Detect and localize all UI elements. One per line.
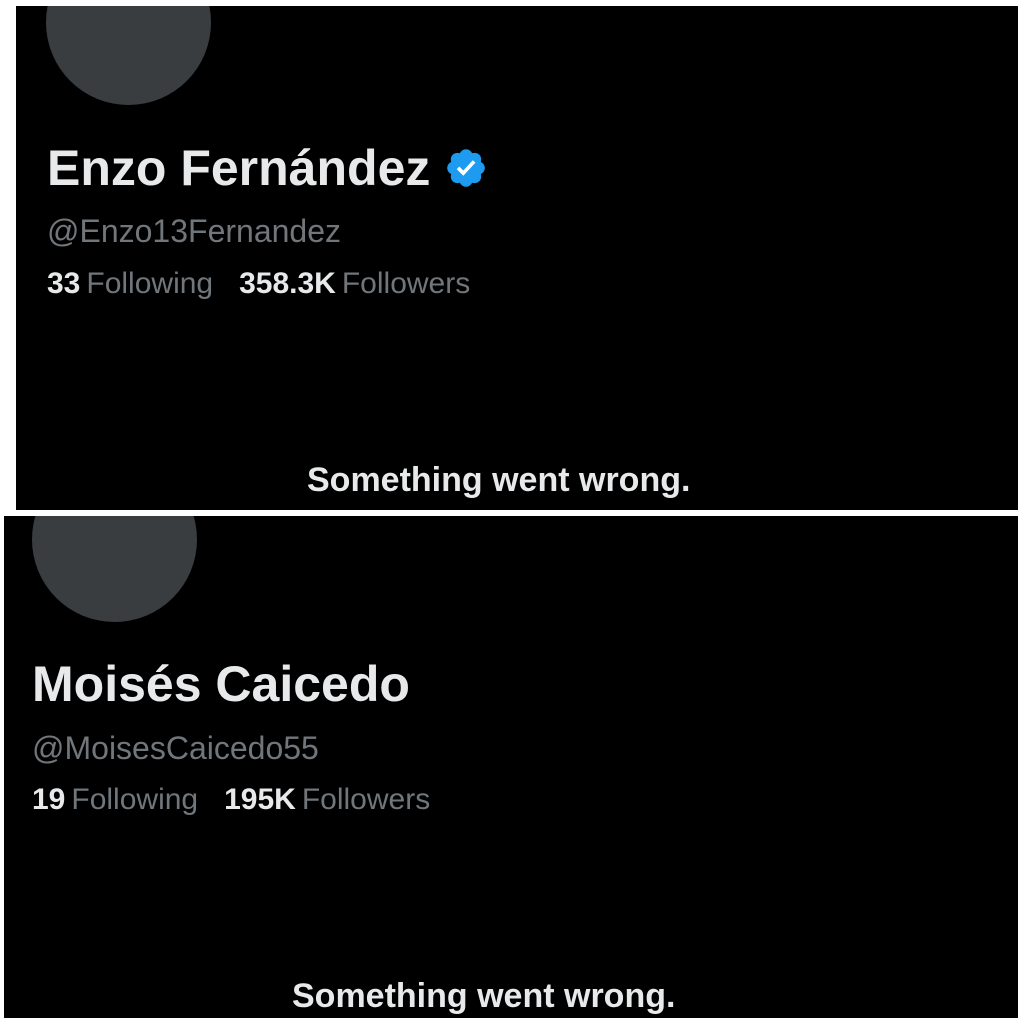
- profile-header: Moisés Caicedo: [32, 654, 410, 714]
- following-count: 33: [47, 267, 81, 300]
- following-link[interactable]: 33 Following: [47, 264, 213, 304]
- following-link[interactable]: 19 Following: [32, 780, 198, 820]
- followers-count: 358.3K: [239, 267, 336, 300]
- profile-handle: @MoisesCaicedo55: [32, 730, 319, 766]
- avatar[interactable]: [46, 6, 211, 105]
- followers-link[interactable]: 358.3K Followers: [239, 264, 470, 304]
- profile-card-moises: Moisés Caicedo @MoisesCaicedo55 19 Follow…: [4, 516, 1018, 1018]
- profile-handle: @Enzo13Fernandez: [47, 213, 341, 249]
- profile-card-enzo: Enzo Fernández @Enzo13Fernandez 33 Follow…: [16, 6, 1018, 510]
- followers-count: 195K: [224, 783, 296, 816]
- display-name: Moisés Caicedo: [32, 656, 410, 712]
- followers-label: Followers: [341, 267, 471, 300]
- error-message: Something went wrong.: [307, 461, 691, 499]
- following-label: Following: [71, 783, 199, 816]
- follow-stats: 33 Following 358.3K Followers: [47, 264, 496, 304]
- error-message: Something went wrong.: [292, 977, 676, 1015]
- display-name: Enzo Fernández: [47, 140, 431, 196]
- followers-link[interactable]: 195K Followers: [224, 780, 430, 820]
- following-count: 19: [32, 783, 66, 816]
- followers-label: Followers: [301, 783, 431, 816]
- following-label: Following: [86, 267, 214, 300]
- avatar[interactable]: [32, 516, 197, 622]
- profile-header: Enzo Fernández: [47, 138, 488, 198]
- follow-stats: 19 Following 195K Followers: [32, 780, 456, 820]
- verified-badge-icon: [447, 149, 486, 187]
